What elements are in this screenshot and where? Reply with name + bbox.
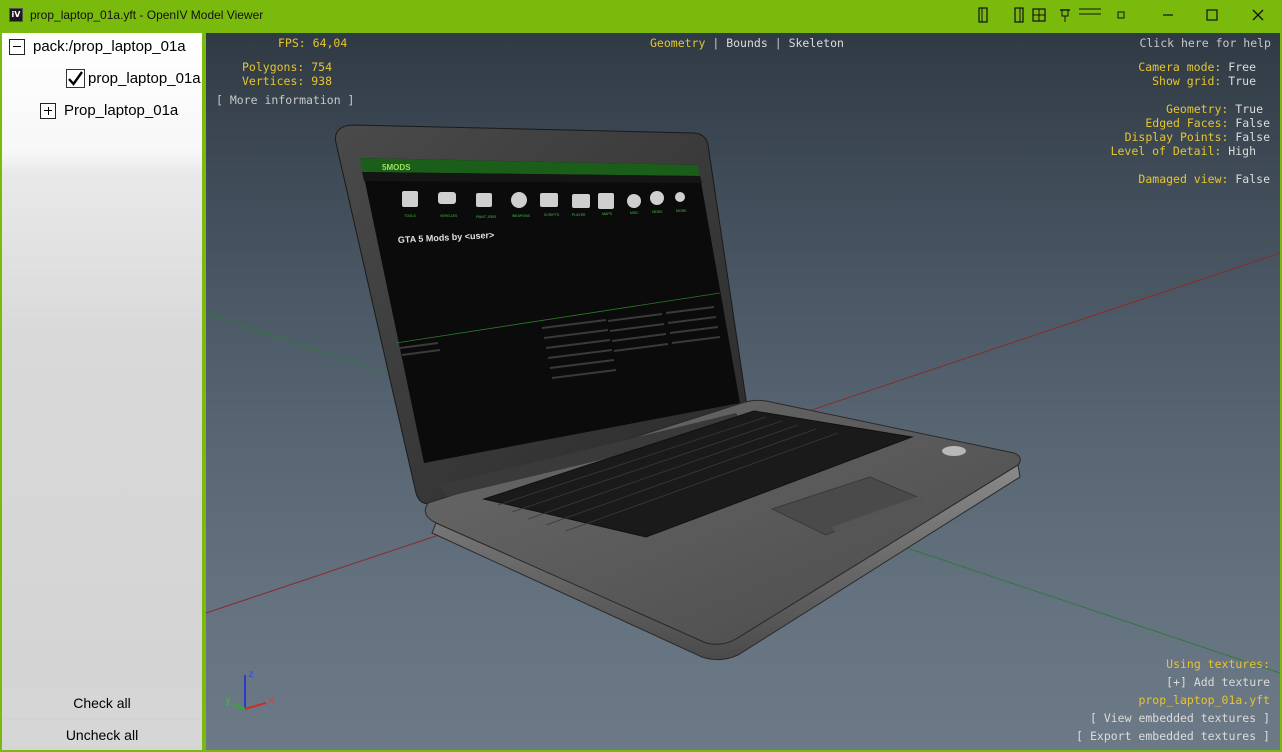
vertices-value: 938 [311,74,333,88]
export-embedded-textures-link[interactable]: [ Export embedded textures ] [1076,729,1270,743]
site-logo: 5MODS [382,163,411,172]
setting-level-of-detail[interactable]: Level of Detail: High [1111,144,1256,158]
svg-text:MAPS: MAPS [602,212,613,216]
svg-text:NEWS: NEWS [652,210,663,214]
setting-value: False [1235,116,1270,130]
svg-text:VEHICLES: VEHICLES [440,214,458,218]
fps-value: 64,04 [312,36,348,50]
close-button[interactable] [1246,4,1270,26]
dock-left-icon[interactable] [976,4,990,26]
collapse-icon[interactable] [9,38,25,55]
minimize-button[interactable] [1156,4,1180,26]
svg-text:MISC: MISC [630,211,639,215]
polygons-value: 754 [311,60,333,74]
setting-camera-mode[interactable]: Camera mode: Free [1138,60,1256,74]
fps-readout: FPS: 64,04 [278,36,347,50]
setting-label: Camera mode: [1138,60,1222,74]
setting-label: Show grid: [1152,74,1222,88]
svg-text:MORE: MORE [676,209,687,213]
maximize-button[interactable] [1200,4,1224,26]
tree-item-root-label: pack:/prop_laptop_01a [33,38,186,55]
skeleton-mode-tab[interactable]: Skeleton [789,36,844,50]
setting-value: False [1235,130,1270,144]
axis-z-label: z [248,669,254,680]
setting-edged-faces[interactable]: Edged Faces: False [1145,116,1270,130]
window-title: prop_laptop_01a.yft - OpenIV Model Viewe… [30,8,264,22]
textures-heading: Using textures: [1166,657,1270,671]
axis-x-label: x [268,695,274,706]
tree-item-fragment[interactable]: Prop_laptop_01a [40,102,178,119]
axis-gizmo-icon: z x y [225,669,274,710]
tree-item-fragment-label: Prop_laptop_01a [64,102,179,119]
restore-small-icon[interactable] [1114,4,1128,26]
setting-value: High [1228,144,1256,158]
svg-text:SCRIPTS: SCRIPTS [544,213,560,217]
setting-value: False [1235,172,1270,186]
svg-text:PLAYER: PLAYER [572,213,586,217]
tree-item-root[interactable]: pack:/prop_laptop_01a [9,38,186,55]
setting-geometry[interactable]: Geometry: True [1166,102,1263,116]
polygons-readout: Polygons: 754 [242,60,332,74]
checkmark-icon [68,71,83,86]
dock-right-icon[interactable] [1012,4,1026,26]
texture-file-link[interactable]: prop_laptop_01a.yft [1138,693,1270,707]
setting-value: Free [1228,60,1256,74]
setting-damaged-view[interactable]: Damaged view: False [1138,172,1270,186]
model-visible-checkbox[interactable] [66,69,85,88]
check-all-button[interactable]: Check all [2,688,202,718]
setting-label: Geometry: [1166,102,1229,116]
setting-value: True [1235,102,1263,116]
add-texture-link[interactable]: [+] Add texture [1166,675,1270,689]
bounds-mode-tab[interactable]: Bounds [726,36,768,50]
axis-y-label: y [225,695,231,706]
app-window: iV prop_laptop_01a.yft - OpenIV Model Vi… [0,0,1282,752]
svg-text:PAINT JOBS: PAINT JOBS [476,215,497,219]
uncheck-all-button[interactable]: Uncheck all [2,720,202,750]
setting-label: Damaged view: [1138,172,1229,186]
vertices-label: Vertices: [242,74,305,88]
vertices-readout: Vertices: 938 [242,74,332,88]
geometry-mode-tab[interactable]: Geometry [650,36,705,50]
setting-show-grid[interactable]: Show grid: True [1152,74,1256,88]
polygons-label: Polygons: [242,60,305,74]
mode-separator: | [712,36,720,50]
svg-text:WEAPONS: WEAPONS [512,214,531,218]
model-tree-panel: pack:/prop_laptop_01a prop_laptop_01a Pr… [2,33,202,750]
tree-item-model-label: prop_laptop_01a [88,70,201,87]
mode-separator: | [774,36,782,50]
openiv-app-icon: iV [9,8,23,22]
grid-layout-icon[interactable] [1031,4,1047,26]
setting-label: Display Points: [1124,130,1229,144]
laptop-3d-model: 5MODS TOOLS VEHICLES PAINT JOBS WEAPONS SCR… [206,124,1280,674]
pin-icon[interactable] [1057,4,1073,26]
view-mode-bar: Geometry | Bounds | Skeleton [650,36,844,50]
setting-display-points[interactable]: Display Points: False [1125,130,1270,144]
model-viewport[interactable]: 5MODS TOOLS VEHICLES PAINT JOBS WEAPONS SCR… [206,33,1280,750]
fps-label: FPS: [278,36,306,50]
setting-label: Level of Detail: [1110,144,1222,158]
expand-icon[interactable] [40,102,56,119]
title-bar: iV prop_laptop_01a.yft - OpenIV Model Vi… [0,0,1282,31]
more-information-link[interactable]: [ More information ] [216,93,354,107]
tree-item-model[interactable]: prop_laptop_01a [66,69,201,88]
svg-text:TOOLS: TOOLS [404,214,416,218]
view-embedded-textures-link[interactable]: [ View embedded textures ] [1090,711,1270,725]
setting-value: True [1228,74,1256,88]
title-menu-icon[interactable] [1078,0,1102,22]
help-link[interactable]: Click here for help [1139,36,1271,50]
setting-label: Edged Faces: [1145,116,1229,130]
